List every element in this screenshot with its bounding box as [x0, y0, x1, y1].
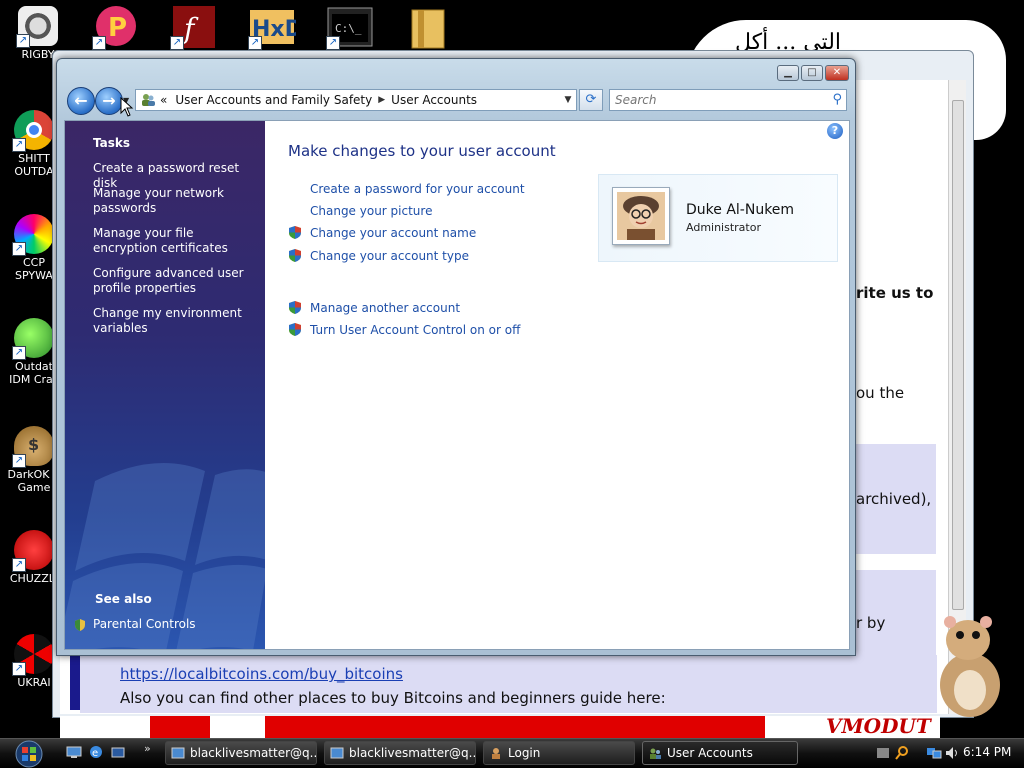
clock[interactable]: 6:14 PM [963, 745, 1011, 759]
volume-icon[interactable] [944, 745, 960, 761]
breadcrumb-user-accounts[interactable]: User Accounts [391, 93, 477, 107]
change-account-name-link[interactable]: Change your account name [310, 226, 476, 240]
chrome-icon: ↗ [12, 110, 54, 152]
hamster-image [940, 616, 1000, 717]
back-arrow-icon: ← [74, 91, 88, 110]
page-title: Make changes to your user account [288, 142, 556, 160]
back-button[interactable]: ← [67, 87, 95, 115]
money-bag-icon: $ ↗ [12, 426, 54, 468]
download-manager-icon: ↗ [12, 318, 54, 360]
task-pane: Tasks Create a password reset disk Manag… [65, 121, 265, 649]
pinwheel-icon: ↗ [12, 214, 54, 256]
taskbar-button-mail-2[interactable]: blacklivesmatter@q... [324, 741, 476, 765]
parental-controls-link[interactable]: Parental Controls [93, 617, 258, 632]
console-icon[interactable]: C:\_ ↗ [326, 4, 374, 50]
taskbar-button-login[interactable]: Login [483, 741, 635, 765]
quicklaunch-expand-icon[interactable]: » [144, 742, 151, 755]
uac-shield-icon [289, 226, 301, 239]
network-icon[interactable] [926, 745, 942, 761]
search-tray-icon[interactable] [894, 745, 910, 761]
tasks-heading: Tasks [93, 136, 131, 150]
user-accounts-folder-icon [142, 94, 155, 106]
see-also-heading: See also [95, 592, 152, 606]
task-manage-file-encryption-certificates[interactable]: Manage your file encryption certificates [93, 226, 258, 256]
forward-arrow-icon: → [102, 91, 116, 110]
ie-quicklaunch-icon[interactable]: e [88, 744, 104, 760]
bg-text-write-us: rite us to [856, 284, 934, 302]
change-account-type-link[interactable]: Change your account type [310, 249, 469, 263]
uac-shield-icon [289, 323, 301, 336]
svg-text:C:\_: C:\_ [335, 22, 362, 35]
change-picture-link[interactable]: Change your picture [310, 204, 432, 218]
bg-text-you-the: ou the [856, 384, 905, 402]
start-button[interactable] [6, 740, 52, 768]
window-icon [171, 747, 185, 759]
avatar[interactable] [612, 187, 670, 245]
hxd-icon[interactable]: HxD ↗ [248, 4, 303, 50]
uac-shield-icon [289, 301, 301, 314]
user-picture-icon [617, 192, 665, 240]
taskbar-button-label: Login [508, 746, 541, 760]
search-icon[interactable]: ⚲ [832, 92, 842, 107]
folder-icon[interactable] [404, 4, 452, 50]
taskbar-button-user-accounts[interactable]: User Accounts [642, 741, 798, 765]
forward-button[interactable]: → [95, 87, 123, 115]
refresh-button[interactable]: ⟳ [579, 89, 603, 111]
chuzzle-icon: ↗ [12, 530, 54, 572]
user-name: Duke Al-Nukem [686, 202, 795, 218]
uac-shield-icon [289, 249, 301, 262]
close-button[interactable]: ✕ [825, 65, 849, 81]
task-change-environment-variables[interactable]: Change my environment variables [93, 306, 258, 336]
user-accounts-window[interactable]: ▁ □ ✕ ← → ▼ « User Accounts and Family S… [56, 58, 856, 656]
breadcrumb-separator-icon[interactable]: ▶ [378, 95, 385, 105]
refresh-icon: ⟳ [585, 92, 597, 107]
user-accounts-icon [650, 748, 661, 759]
radiation-icon: ↗ [12, 634, 54, 676]
parental-controls-icon [75, 619, 85, 631]
taskbar-button-label: blacklivesmatter@q... [349, 746, 476, 760]
scrollbar-thumb[interactable] [952, 100, 964, 610]
user-card: Duke Al-Nukem Administrator [598, 174, 838, 262]
task-configure-advanced-user-profile[interactable]: Configure advanced user profile properti… [93, 266, 258, 296]
window-client-area: Tasks Create a password reset disk Manag… [64, 120, 850, 650]
address-dropdown-icon[interactable]: ▼ [560, 95, 576, 105]
search-box[interactable]: ⚲ [609, 89, 847, 111]
window-icon [330, 747, 344, 759]
login-icon [492, 748, 500, 759]
red-banner [60, 716, 940, 738]
taskbar-button-label: User Accounts [667, 746, 753, 760]
taskbar-button-label: blacklivesmatter@q... [190, 746, 317, 760]
pdf-app-icon[interactable]: P ↗ [92, 4, 140, 50]
bg-text-line: Also you can find other places to buy Bi… [120, 689, 666, 707]
bg-text-archived: archived), [856, 490, 932, 508]
taskbar-button-mail-1[interactable]: blacklivesmatter@q... [165, 741, 317, 765]
toggle-uac-link[interactable]: Turn User Account Control on or off [310, 323, 520, 337]
svg-text:P: P [108, 13, 127, 43]
show-desktop-quicklaunch-icon[interactable] [110, 744, 126, 760]
address-prefix[interactable]: « [160, 93, 167, 107]
mouse-pointer-icon [120, 97, 134, 117]
create-password-link[interactable]: Create a password for your account [310, 182, 525, 196]
help-icon[interactable]: ? [827, 123, 843, 139]
svg-text:e: e [92, 748, 98, 759]
localbitcoins-link[interactable]: https://localbitcoins.com/buy_bitcoins [120, 665, 403, 683]
tray-app-icon[interactable] [876, 746, 890, 760]
banner-text: VMODUT [826, 714, 931, 738]
address-bar[interactable]: « User Accounts and Family Safety ▶ User… [135, 89, 577, 111]
bg-text-by: r by [856, 614, 886, 632]
desktop-quicklaunch-icon[interactable] [66, 744, 82, 760]
breadcrumb-user-accounts-family-safety[interactable]: User Accounts and Family Safety [175, 93, 372, 107]
task-manage-network-passwords[interactable]: Manage your network passwords [93, 186, 258, 216]
flash-icon[interactable]: f ↗ [170, 4, 218, 50]
search-input[interactable] [610, 90, 820, 110]
maximize-button[interactable]: □ [801, 65, 823, 81]
window-controls: ▁ □ ✕ [777, 65, 849, 81]
main-content: ? Make changes to your user account Crea… [265, 121, 849, 649]
raccoon-icon: ↗ [16, 6, 58, 48]
manage-another-account-link[interactable]: Manage another account [310, 301, 460, 315]
minimize-button[interactable]: ▁ [777, 65, 799, 81]
user-role: Administrator [686, 221, 761, 234]
